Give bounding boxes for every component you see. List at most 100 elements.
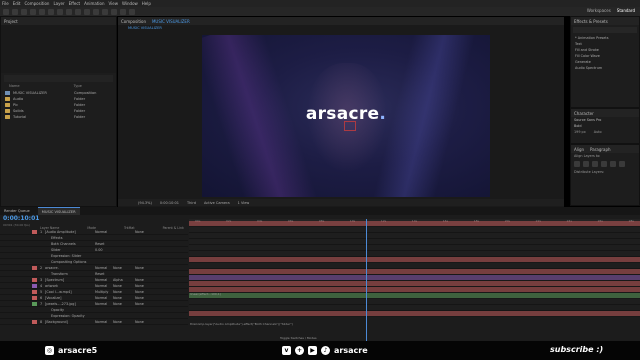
layer-parent[interactable]: None	[135, 266, 155, 270]
layer-mode[interactable]: Normal	[95, 230, 113, 234]
align-left-icon[interactable]	[574, 161, 580, 167]
layer-name[interactable]: [Spectrum]	[45, 278, 95, 282]
layer-name[interactable]: artwork	[45, 284, 95, 288]
layer-label-color[interactable]	[32, 283, 37, 288]
layer-track-bar[interactable]	[189, 311, 640, 317]
type-tool-icon[interactable]	[84, 8, 90, 15]
layer-mode[interactable]: Reset	[95, 272, 113, 276]
rotate-tool-icon[interactable]	[39, 8, 45, 15]
zoom-select[interactable]: (94.3%)	[138, 201, 152, 205]
align-center-icon[interactable]	[583, 161, 589, 167]
layer-label-color[interactable]	[32, 308, 37, 312]
layer-name[interactable]: [Audio Amplitude]	[45, 230, 95, 234]
selection-tool-icon[interactable]	[12, 8, 18, 15]
layer-name[interactable]: [Background]	[45, 320, 95, 324]
viewer-tab-comp[interactable]: MUSIC VISUALIZER	[152, 19, 190, 24]
timeline-tab[interactable]: Render Queue	[4, 209, 30, 213]
layer-parent[interactable]: None	[135, 278, 155, 282]
zoom-tool-icon[interactable]	[30, 8, 36, 15]
layer-parent[interactable]: None	[135, 302, 155, 306]
layer-parent[interactable]: None	[135, 290, 155, 294]
viewer-tab-label[interactable]: Composition	[121, 19, 146, 24]
layer-name[interactable]: [pexels-...273.jpg]	[45, 302, 95, 306]
hand-tool-icon[interactable]	[21, 8, 27, 15]
layer-label-color[interactable]	[32, 319, 37, 324]
font-size-field[interactable]: 199 px	[574, 130, 586, 134]
align-right-icon[interactable]	[592, 161, 598, 167]
layer-mode[interactable]: Normal	[95, 302, 113, 306]
views-select[interactable]: 1 View	[238, 201, 250, 205]
layer-label-color[interactable]	[32, 254, 37, 258]
brush-tool-icon[interactable]	[93, 8, 99, 15]
project-search-input[interactable]	[4, 75, 113, 82]
align-middle-icon[interactable]	[610, 161, 616, 167]
layer-name[interactable]: Slider	[45, 248, 95, 252]
paragraph-tab[interactable]: Paragraph	[590, 147, 611, 152]
layer-mode[interactable]: Normal	[95, 266, 113, 270]
layer-name[interactable]: [Cool I...w.mp4]	[45, 290, 95, 294]
menu-item-edit[interactable]: Edit	[13, 1, 21, 6]
effects-item[interactable]: Audio Spectrum	[571, 65, 639, 71]
camera-select[interactable]: Active Camera	[204, 201, 230, 205]
layer-name[interactable]: Compositing Options	[45, 260, 95, 264]
layer-mode[interactable]: Multiply	[95, 290, 113, 294]
layer-parent[interactable]: None	[135, 296, 155, 300]
effects-search-input[interactable]	[573, 27, 637, 33]
layer-label-color[interactable]	[32, 260, 37, 264]
align-top-icon[interactable]	[601, 161, 607, 167]
layer-mode[interactable]: Normal	[95, 284, 113, 288]
roto-tool-icon[interactable]	[120, 8, 126, 15]
layer-track-bar[interactable]	[189, 221, 640, 227]
layer-name[interactable]: Expression: Slider	[45, 254, 95, 258]
timeline-tab[interactable]: MUSIC VISUALIZER	[37, 207, 80, 215]
menu-item-window[interactable]: Window	[122, 1, 138, 6]
align-bottom-icon[interactable]	[619, 161, 625, 167]
layer-trkmat[interactable]: None	[113, 266, 135, 270]
layer-name[interactable]: Effects	[45, 236, 95, 240]
workspace-select[interactable]: Standard	[617, 8, 635, 13]
layer-mode[interactable]: Normal	[95, 296, 113, 300]
layer-name[interactable]: [Vocalize]	[45, 296, 95, 300]
layer-label-color[interactable]	[32, 229, 37, 234]
layer-label-color[interactable]	[32, 272, 37, 276]
viewer-time[interactable]: 0:00:10:01	[160, 201, 179, 205]
layer-name[interactable]: arsacre.	[45, 266, 95, 270]
layer-mode[interactable]: 0.00	[95, 248, 113, 252]
layer-mode[interactable]: Normal	[95, 320, 113, 324]
layer-label-color[interactable]	[32, 295, 37, 300]
composition-canvas[interactable]: arsacre.	[202, 35, 490, 197]
layer-parent[interactable]: None	[135, 230, 155, 234]
home-tool-icon[interactable]	[3, 8, 9, 15]
layer-row[interactable]: 8 [Background] Normal None None	[0, 319, 188, 325]
camera-tool-icon[interactable]	[48, 8, 54, 15]
layer-label-color[interactable]	[32, 236, 37, 240]
menu-item-file[interactable]: File	[2, 1, 9, 6]
layer-label-color[interactable]	[32, 265, 37, 270]
project-item[interactable]: Tutorial Folder	[1, 114, 116, 120]
layer-name[interactable]: Transform	[45, 272, 95, 276]
menu-item-effect[interactable]: Effect	[69, 1, 81, 6]
eraser-tool-icon[interactable]	[111, 8, 117, 15]
layer-trkmat[interactable]: None	[113, 284, 135, 288]
menu-item-animation[interactable]: Animation	[84, 1, 104, 6]
layer-label-color[interactable]	[32, 314, 37, 318]
stamp-tool-icon[interactable]	[102, 8, 108, 15]
pen-tool-icon[interactable]	[75, 8, 81, 15]
anchor-point-marker[interactable]	[344, 121, 356, 131]
layer-trkmat[interactable]: None	[113, 290, 135, 294]
layer-mode[interactable]: Reset	[95, 242, 113, 246]
layer-label-color[interactable]	[32, 277, 37, 282]
layer-trkmat[interactable]: Alpha	[113, 278, 135, 282]
tracking-field[interactable]: Auto	[594, 130, 602, 134]
menu-item-composition[interactable]: Composition	[24, 1, 49, 6]
align-title[interactable]: Align	[574, 147, 584, 152]
menu-item-help[interactable]: Help	[142, 1, 151, 6]
layer-label-color[interactable]	[32, 248, 37, 252]
layer-parent[interactable]: None	[135, 284, 155, 288]
quality-select[interactable]: Third	[187, 201, 196, 205]
current-timecode[interactable]: 0:00:10:01	[3, 215, 39, 222]
layer-label-color[interactable]	[32, 242, 37, 246]
layer-label-color[interactable]	[32, 301, 37, 306]
layer-parent[interactable]: None	[135, 320, 155, 324]
puppet-tool-icon[interactable]	[129, 8, 135, 15]
